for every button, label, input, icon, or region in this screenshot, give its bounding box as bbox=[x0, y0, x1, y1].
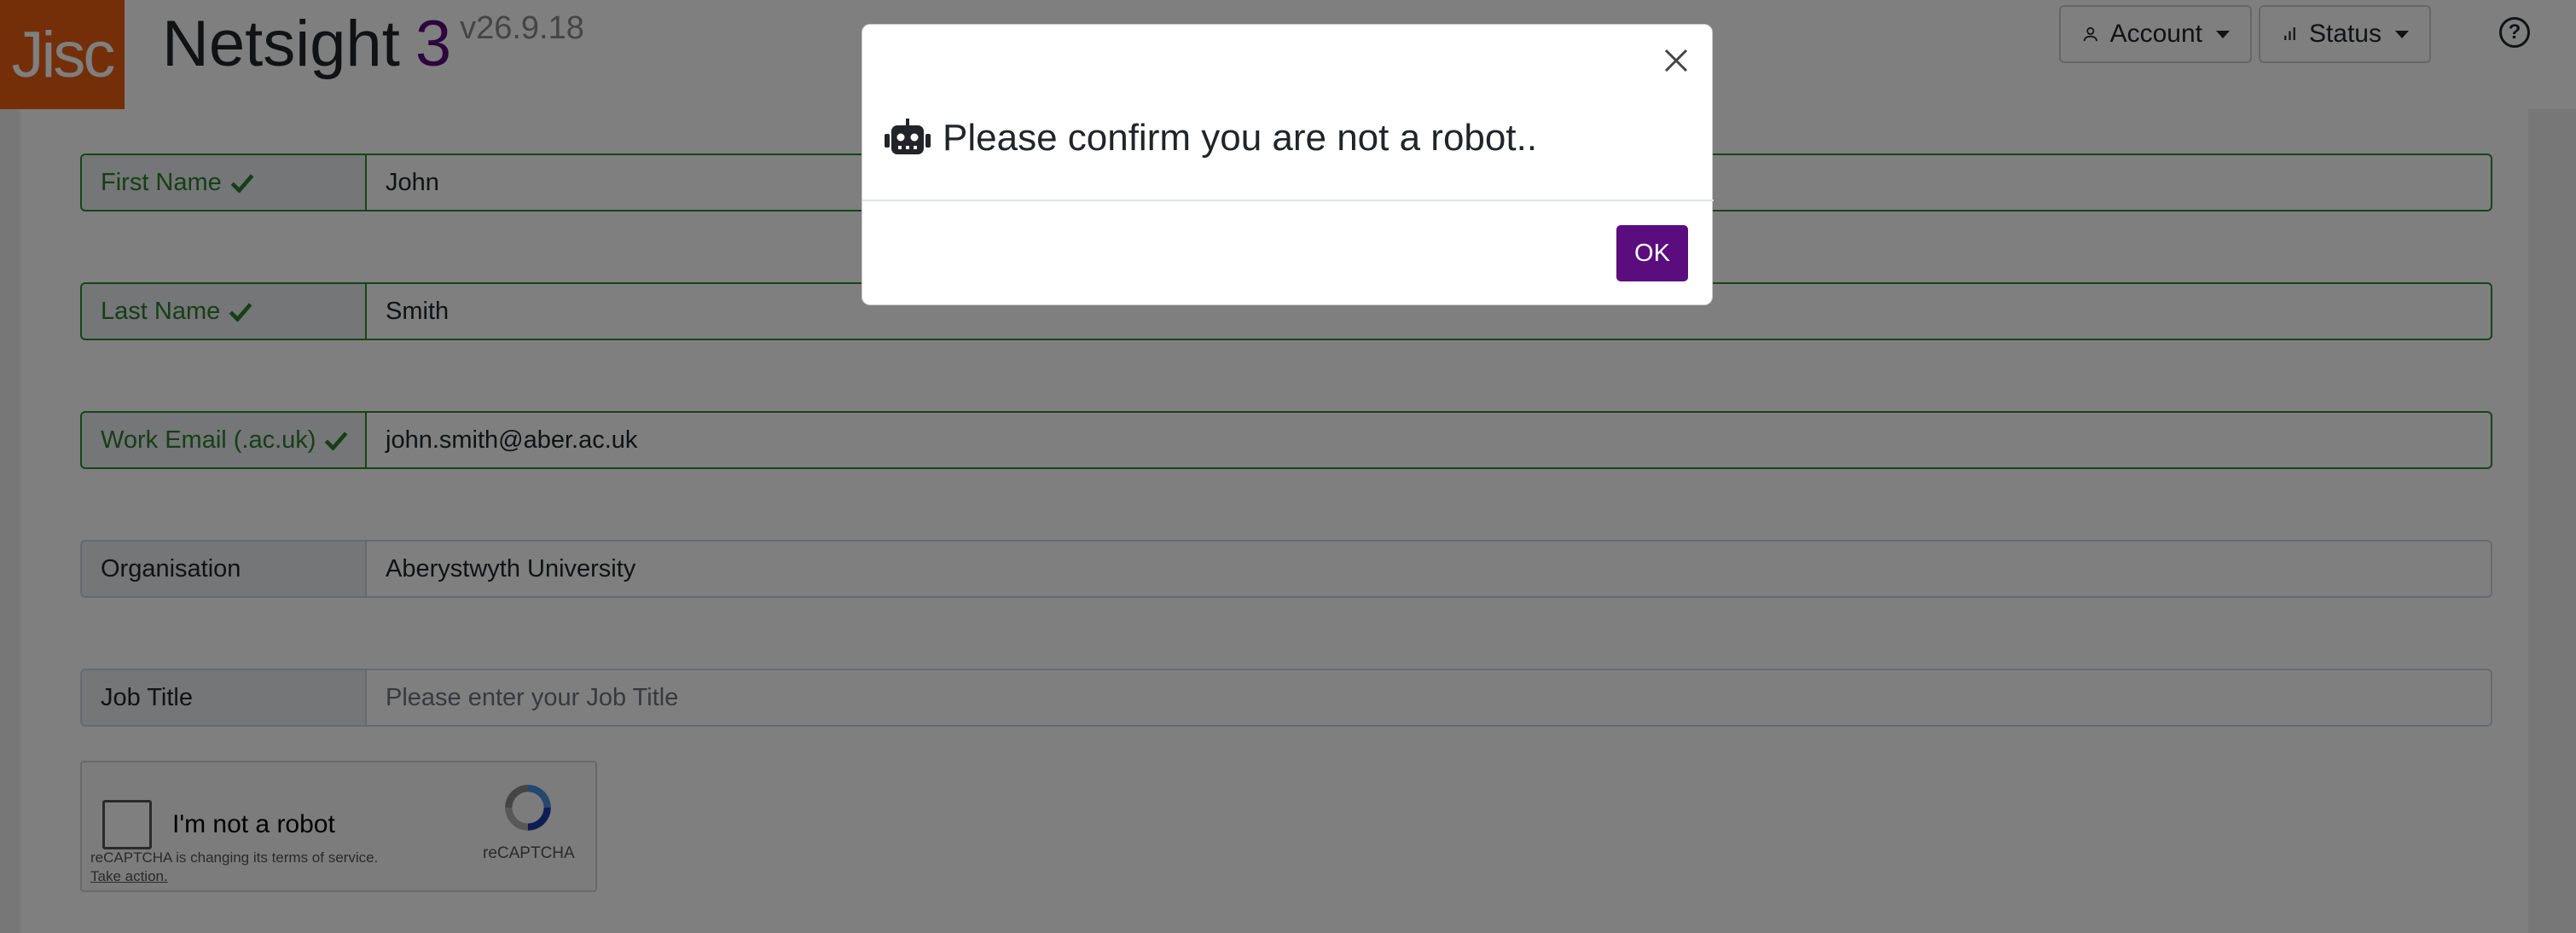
dialog-title-text: Please confirm you are not a robot.. bbox=[943, 117, 1538, 159]
dialog-title: Please confirm you are not a robot.. bbox=[885, 117, 1537, 159]
close-icon bbox=[1664, 49, 1688, 72]
robot-icon bbox=[885, 119, 931, 154]
close-button[interactable] bbox=[1659, 43, 1693, 78]
dialog-divider bbox=[862, 200, 1714, 201]
robot-confirm-dialog: Please confirm you are not a robot.. OK bbox=[862, 24, 1714, 305]
ok-button[interactable]: OK bbox=[1616, 225, 1688, 281]
